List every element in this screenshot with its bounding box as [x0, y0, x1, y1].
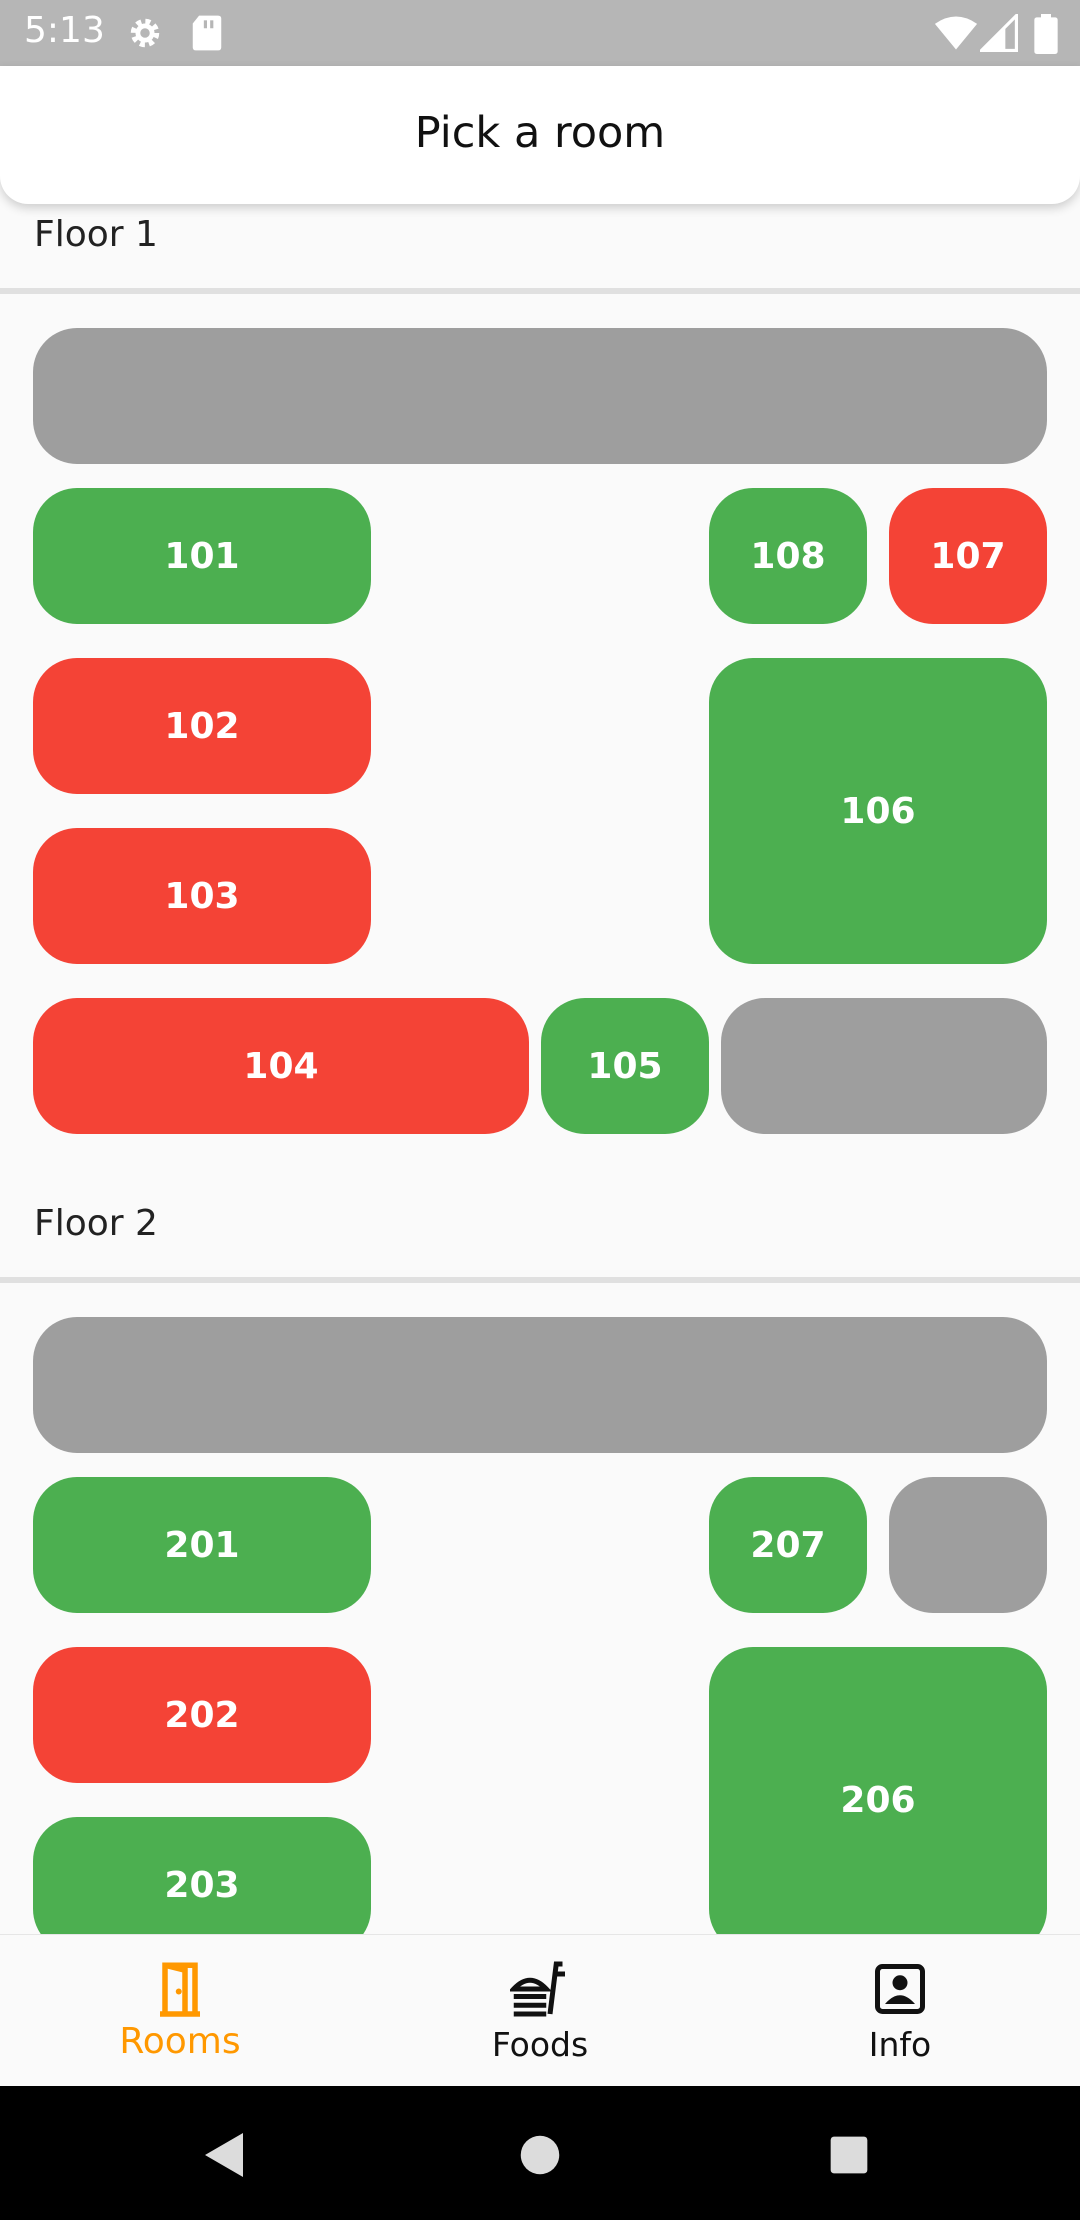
room-108-label: 108: [750, 535, 826, 577]
status-bar: 5:13: [0, 0, 1080, 66]
sd-card-icon: [192, 15, 222, 51]
floor-2-divider: [0, 1277, 1080, 1283]
room-106-label: 106: [840, 790, 916, 832]
nav-tab-rooms-label: Rooms: [119, 2021, 241, 2062]
room-101-label: 101: [164, 535, 240, 577]
bottom-navigation: Rooms Foods Info: [0, 1934, 1080, 2086]
room-103[interactable]: 103: [33, 828, 371, 964]
system-navigation-bar: [0, 2086, 1080, 2220]
wifi-icon: [934, 16, 978, 50]
room-list[interactable]: Floor 1 101 108 107 102 106 103 104 105 …: [0, 204, 1080, 1934]
room-206[interactable]: 206: [709, 1647, 1047, 1934]
nav-tab-foods[interactable]: Foods: [360, 1935, 720, 2087]
nav-tab-foods-label: Foods: [491, 2025, 589, 2064]
room-207[interactable]: 207: [709, 1477, 867, 1613]
room-105-label: 105: [587, 1045, 663, 1087]
room-107[interactable]: 107: [889, 488, 1047, 624]
room-103-label: 103: [164, 875, 240, 917]
room-107-label: 107: [930, 535, 1006, 577]
room-102[interactable]: 102: [33, 658, 371, 794]
room-104-label: 104: [243, 1045, 319, 1087]
floor-1-label: Floor 1: [34, 214, 158, 255]
room-201-label: 201: [164, 1524, 240, 1566]
room-202[interactable]: 202: [33, 1647, 371, 1783]
room-corridor-floor-1: [33, 328, 1047, 464]
home-icon[interactable]: [519, 2134, 561, 2176]
nav-tab-info-label: Info: [868, 2025, 932, 2064]
room-empty-floor-1: [721, 998, 1047, 1134]
room-201[interactable]: 201: [33, 1477, 371, 1613]
settings-icon: [130, 18, 160, 48]
nav-tab-rooms[interactable]: Rooms: [0, 1935, 360, 2087]
status-time: 5:13: [24, 10, 105, 51]
room-203-label: 203: [164, 1864, 240, 1906]
room-104[interactable]: 104: [33, 998, 529, 1134]
floor-2-label: Floor 2: [34, 1203, 158, 1244]
battery-icon: [1034, 14, 1058, 54]
room-corridor-floor-2: [33, 1317, 1047, 1453]
fastfood-icon: [510, 1961, 565, 2017]
recents-icon[interactable]: [829, 2135, 869, 2175]
back-icon[interactable]: [203, 2131, 247, 2179]
room-106[interactable]: 106: [709, 658, 1047, 964]
room-101[interactable]: 101: [33, 488, 371, 624]
floor-1-divider: [0, 288, 1080, 294]
room-202-label: 202: [164, 1694, 240, 1736]
nav-tab-info[interactable]: Info: [720, 1935, 1080, 2087]
room-102-label: 102: [164, 705, 240, 747]
app-bar: Pick a room: [0, 66, 1080, 204]
contact-card-icon: [875, 1964, 925, 2014]
signal-icon: [980, 14, 1018, 52]
room-206-label: 206: [840, 1779, 916, 1821]
page-title: Pick a room: [414, 108, 666, 158]
room-203[interactable]: 203: [33, 1817, 371, 1934]
door-icon: [160, 1962, 200, 2017]
room-108[interactable]: 108: [709, 488, 867, 624]
room-empty-floor-2: [889, 1477, 1047, 1613]
room-207-label: 207: [750, 1524, 826, 1566]
room-105[interactable]: 105: [541, 998, 709, 1134]
